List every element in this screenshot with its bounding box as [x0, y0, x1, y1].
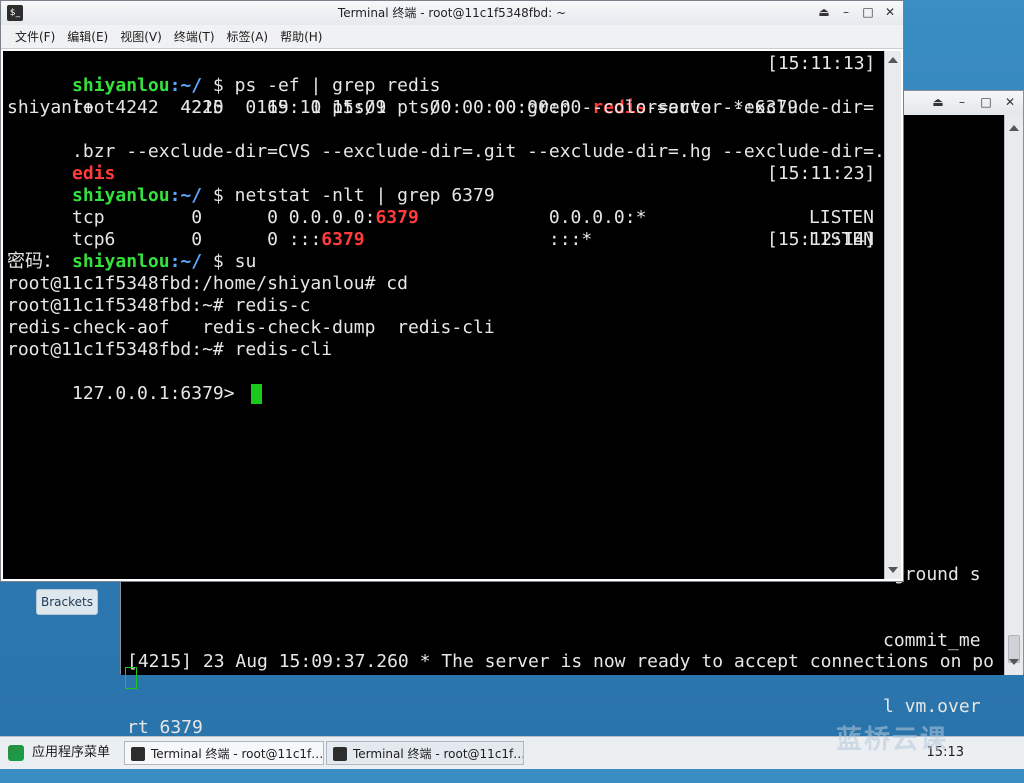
front-scrollbar[interactable] [884, 51, 901, 579]
terminal-line: root@11c1f5348fbd:/home/shiyanlou# cd [7, 273, 408, 294]
terminal-icon [333, 747, 347, 761]
front-window-titlebar[interactable]: $_ Terminal 终端 - root@11c1f5348fbd: ~ ⏏ … [1, 1, 903, 26]
terminal-line: root 4215 169 0 15:09 pts/0 00:00:00 red… [72, 97, 799, 118]
terminal-line: root@11c1f5348fbd:~# redis-cli [7, 339, 333, 360]
front-terminal-window[interactable]: $_ Terminal 终端 - root@11c1f5348fbd: ~ ⏏ … [0, 0, 904, 582]
terminal-prompt-line[interactable]: 127.0.0.1:6379> [7, 361, 263, 404]
menu-tabs[interactable]: 标签(A) [221, 25, 275, 48]
menu-help[interactable]: 帮助(H) [274, 25, 328, 48]
maximize-icon[interactable]: □ [861, 5, 875, 19]
shade-icon[interactable]: ⏏ [817, 5, 831, 19]
terminal-cursor [251, 384, 263, 404]
taskbar-item-terminal-2[interactable]: Terminal 终端 - root@11c1f… [326, 741, 524, 765]
minimize-icon[interactable]: – [839, 5, 853, 19]
terminal-line: 密码： [7, 251, 61, 272]
watermark-logo: 蓝桥云课 [836, 725, 949, 755]
scroll-down-icon[interactable] [888, 567, 898, 573]
applications-menu-button[interactable]: 应用程序菜单 [8, 743, 110, 763]
menu-bar: 文件(F) 编辑(E) 视图(V) 终端(T) 标签(A) 帮助(H) [1, 25, 903, 49]
maximize-icon[interactable]: □ [979, 95, 993, 109]
scroll-down-icon[interactable] [1009, 659, 1019, 665]
back-scrollbar[interactable] [1004, 115, 1023, 675]
close-icon[interactable]: ✕ [883, 5, 897, 19]
menu-terminal[interactable]: 终端(T) [168, 25, 221, 48]
scroll-up-icon[interactable] [888, 57, 898, 63]
terminal-line: shiyanlou:~/ $ netstat -nlt | grep 6379 … [72, 163, 876, 206]
applications-menu-icon [8, 745, 24, 761]
shade-icon[interactable]: ⏏ [931, 95, 945, 109]
terminal-line: edis [72, 163, 116, 184]
minimize-icon[interactable]: – [955, 95, 969, 109]
terminal-line: root@11c1f5348fbd:~# redis-c [7, 295, 311, 316]
window-title: Terminal 终端 - root@11c1f5348fbd: ~ [337, 6, 567, 20]
applications-menu-label: 应用程序菜单 [32, 745, 111, 760]
terminal-line: .bzr --exclude-dir=CVS --exclude-dir=.gi… [72, 141, 885, 162]
back-terminal-cursor [125, 667, 137, 689]
front-terminal-output[interactable]: shiyanlou:~/ $ ps -ef | grep redis [15:1… [3, 51, 885, 579]
close-icon[interactable]: ✕ [1003, 95, 1017, 109]
taskbar-item-terminal-1[interactable]: Terminal 终端 - root@11c1f… [124, 741, 324, 765]
menu-view[interactable]: 视图(V) [114, 25, 168, 48]
terminal-line: shiyanl+ 4242 4220 0 15:11 pts/1 00:00:0… [7, 97, 874, 118]
menu-edit[interactable]: 编辑(E) [61, 25, 114, 48]
desktop-icon-brackets[interactable]: Brackets [36, 589, 98, 615]
menu-file[interactable]: 文件(F) [9, 25, 61, 48]
terminal-line: shiyanlou:~/ $ su [15:12:14] [72, 229, 876, 272]
terminal-line: shiyanlou:~/ $ ps -ef | grep redis [15:1… [72, 53, 876, 96]
terminal-line: tcp6 0 0 :::6379 :::* LISTEN [72, 229, 874, 250]
terminal-line: tcp 0 0 0.0.0.0:6379 0.0.0.0:* LISTEN [72, 207, 874, 228]
back-log-line-1: [4215] 23 Aug 15:09:37.260 * The server … [127, 651, 994, 672]
terminal-line: redis-check-aof redis-check-dump redis-c… [7, 317, 495, 338]
scroll-up-icon[interactable] [1009, 125, 1019, 131]
terminal-icon [131, 747, 145, 761]
